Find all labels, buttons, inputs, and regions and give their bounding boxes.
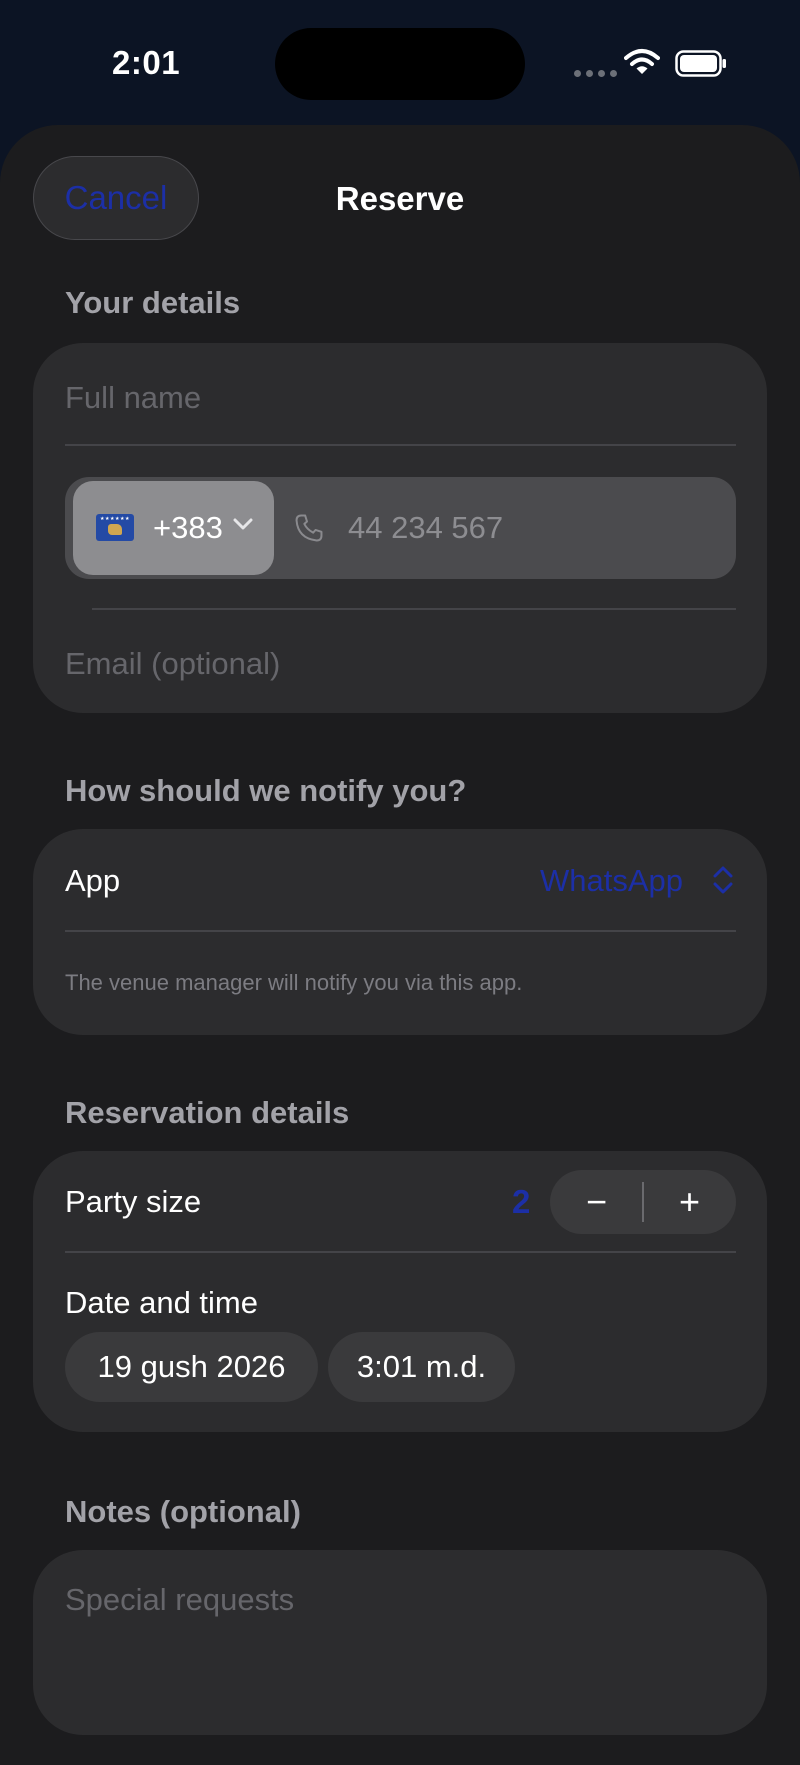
section-title-reservation: Reservation details (65, 1095, 350, 1130)
party-size-stepper: − + (550, 1170, 736, 1234)
notes-card (33, 1550, 767, 1735)
section-title-notes: Notes (optional) (65, 1494, 301, 1529)
date-time-label: Date and time (65, 1285, 258, 1320)
status-time: 2:01 (112, 44, 181, 81)
notify-card (33, 829, 767, 1035)
chevron-down-icon (233, 518, 253, 530)
phone-input[interactable]: 44 234 567 (348, 510, 503, 546)
chevron-up-down-icon[interactable] (712, 864, 734, 896)
dynamic-island (275, 28, 525, 100)
kosovo-flag-icon: ★★★★★★ (96, 514, 134, 541)
email-input[interactable]: Email (optional) (65, 646, 280, 682)
party-size-label: Party size (65, 1184, 202, 1219)
app-picker[interactable]: WhatsApp (540, 863, 683, 899)
party-size-value: 2 (512, 1183, 531, 1220)
divider (65, 444, 736, 446)
page-title: Reserve (335, 180, 465, 217)
decrement-button[interactable]: − (550, 1170, 643, 1234)
notes-input[interactable]: Special requests (65, 1582, 294, 1618)
date-picker-button[interactable]: 19 gush 2026 (65, 1332, 318, 1402)
status-bar: 2:01 (0, 0, 800, 125)
app-label: App (65, 863, 121, 898)
divider (65, 930, 736, 932)
section-title-notify: How should we notify you? (65, 773, 467, 808)
country-code: +383 (153, 510, 223, 545)
divider (92, 608, 736, 610)
phone-icon (295, 514, 323, 542)
divider (65, 1251, 736, 1253)
wifi-icon (624, 49, 660, 74)
battery-icon (675, 50, 726, 77)
time-picker-button[interactable]: 3:01 m.d. (328, 1332, 515, 1402)
notify-helper-text: The venue manager will notify you via th… (65, 970, 523, 995)
cellular-signal-icon (574, 70, 617, 77)
section-title-your-details: Your details (65, 285, 241, 320)
full-name-input[interactable]: Full name (65, 380, 201, 416)
increment-button[interactable]: + (643, 1170, 736, 1234)
